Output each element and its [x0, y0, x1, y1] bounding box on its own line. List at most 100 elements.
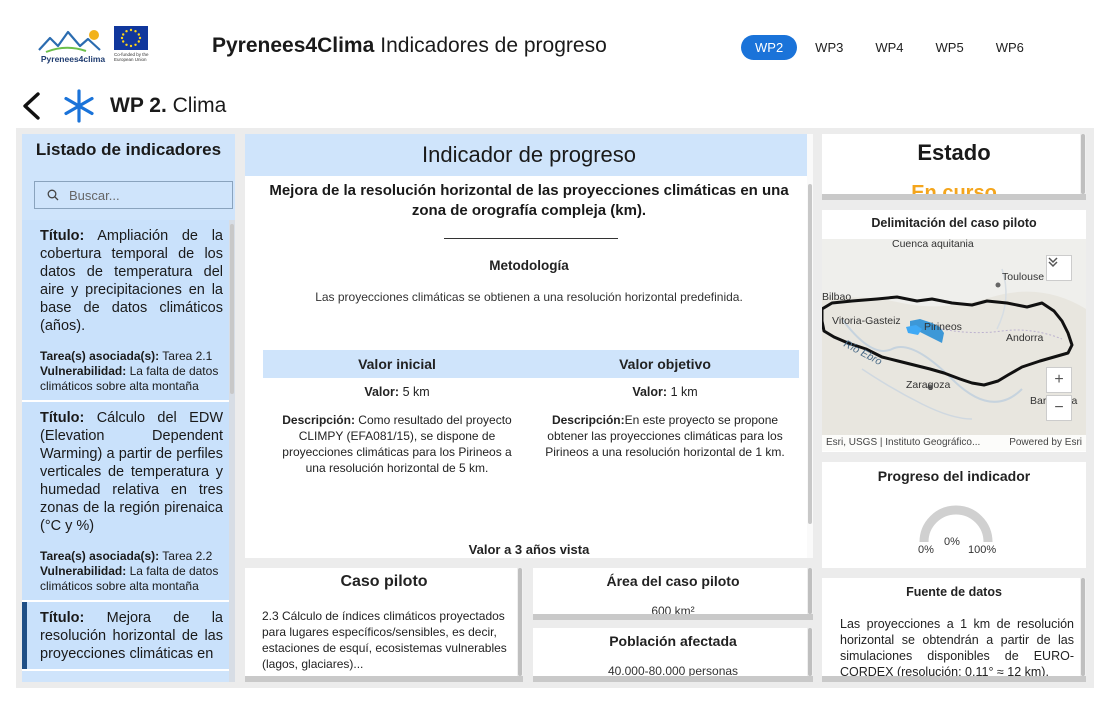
pilot-area-panel: Área del caso piloto 600 km² [533, 568, 813, 620]
scrollbar-thumb[interactable] [808, 628, 812, 676]
tab-wp3[interactable]: WP3 [801, 35, 857, 60]
item-title-label: Título: [40, 410, 85, 426]
list-item[interactable]: Título: Cálculo del EDW (Elevation Depen… [22, 402, 229, 602]
initial-value-text: 5 km [402, 385, 430, 399]
scrollbar-thumb[interactable] [808, 568, 812, 614]
status-scrollbar[interactable] [1080, 134, 1086, 200]
source-hscroll[interactable] [822, 676, 1086, 682]
value-label: Valor: [632, 385, 668, 399]
powered-by-esri[interactable]: Powered by Esri [1009, 435, 1082, 451]
header: Pyrenees4clima Co-funded by the European… [0, 0, 1120, 90]
logo-text: Pyrenees4clima [40, 54, 106, 64]
pilot-hscroll[interactable] [245, 676, 523, 682]
gauge-max: 100% [968, 544, 997, 556]
item-vuln-label: Vulnerabilidad: [40, 364, 127, 378]
indicator-list-title: Listado de indicadores [35, 140, 222, 159]
indicator-title: Mejora de la resolución horizontal de la… [269, 182, 789, 219]
tab-wp6[interactable]: WP6 [982, 35, 1038, 60]
pilot-map[interactable]: Cuenca aquitania Toulouse Bilbao Vitoria… [822, 239, 1086, 451]
brand-subtitle: Indicadores de progreso [380, 34, 607, 57]
zoom-out-button[interactable]: − [1046, 395, 1072, 421]
map-label: Zaragoza [906, 379, 951, 391]
initial-description: Descripción: Como resultado del proyecto… [263, 412, 531, 476]
item-vuln-label: Vulnerabilidad: [40, 564, 127, 578]
data-source-title: Fuente de datos [906, 585, 1002, 599]
list-item[interactable]: Título: Ampliación de la cobertura tempo… [22, 220, 229, 402]
list-item-selected[interactable]: Título: Mejora de la resolución horizont… [22, 602, 229, 671]
scrollbar-thumb[interactable] [518, 568, 522, 676]
area-scrollbar[interactable] [807, 568, 813, 620]
search-box [34, 181, 233, 209]
eu-logo-text: Co-funded by the European Union [114, 52, 149, 62]
population-hscroll[interactable] [533, 676, 813, 682]
indicator-list-panel: Listado de indicadores Título: Ampliació… [22, 134, 235, 682]
values-table: Valor inicial Valor objetivo Valor: 5 km… [263, 350, 799, 476]
item-task-label: Tarea(s) asociada(s): [40, 549, 160, 563]
map-label: Bilbao [822, 291, 852, 303]
pilot-case-title: Caso piloto [340, 573, 428, 590]
tab-wp2[interactable]: WP2 [741, 35, 798, 60]
brand-name: Pyrenees4Clima [212, 34, 375, 57]
pilot-scrollbar[interactable] [517, 568, 523, 682]
app-root: Pyrenees4clima Co-funded by the European… [0, 0, 1120, 710]
indicator-scrollbar[interactable] [807, 134, 813, 558]
wp-tabs: WP2 WP3 WP4 WP5 WP6 [741, 35, 1038, 60]
population-scrollbar[interactable] [807, 628, 813, 682]
indicator-header: Indicador de progreso [245, 134, 813, 176]
back-button[interactable] [16, 88, 46, 124]
item-title: Cálculo del EDW (Elevation Dependent War… [40, 410, 223, 534]
wp-code: WP 2. [110, 94, 167, 117]
map-label: Andorra [1006, 332, 1044, 344]
tab-wp4[interactable]: WP4 [861, 35, 917, 60]
status-panel: Estado En curso [822, 134, 1086, 200]
workpackage-title: WP 2. Clima [16, 88, 226, 124]
item-title-label: Título: [40, 228, 85, 244]
map-expand-button[interactable] [1046, 255, 1072, 281]
value-label: Valor: [364, 385, 400, 399]
chevron-left-icon [23, 92, 40, 120]
map-label: Pirineos [924, 321, 962, 333]
tab-wp5[interactable]: WP5 [922, 35, 978, 60]
population-panel: Población afectada 40.000-80.000 persona… [533, 628, 813, 682]
zoom-in-button[interactable]: + [1046, 367, 1072, 393]
list-scrollbar[interactable] [229, 220, 235, 682]
pyrenees4clima-logo: Pyrenees4clima [36, 26, 110, 66]
snowflake-icon [64, 89, 94, 123]
initial-value: Valor: 5 km [263, 378, 531, 406]
scrollbar-thumb[interactable] [808, 184, 812, 524]
item-title-label: Título: [40, 610, 85, 626]
map-label: Vitoria-Gasteiz [832, 315, 901, 327]
attribution-text[interactable]: Esri, USGS | Instituto Geográfico... [826, 435, 980, 451]
source-scrollbar[interactable] [1080, 578, 1086, 682]
item-task-label: Tarea(s) asociada(s): [40, 349, 160, 363]
progress-title: Progreso del indicador [877, 468, 1031, 484]
data-source-panel: Fuente de datos Las proyecciones a 1 km … [822, 578, 1086, 682]
target-value-header: Valor objetivo [619, 356, 711, 372]
status-title: Estado [917, 140, 991, 165]
search-icon [47, 189, 59, 201]
dashboard: Listado de indicadores Título: Ampliació… [16, 128, 1094, 688]
map-panel: Delimitación del caso piloto Cuenca aqui… [822, 210, 1086, 452]
pilot-case-panel: Caso piloto 2.3 Cálculo de índices climá… [245, 568, 523, 682]
target-description: Descripción:En este proyecto se propone … [531, 412, 799, 476]
methodology-text: Las proyecciones climáticas se obtienen … [315, 290, 743, 304]
app-title: Pyrenees4Clima Indicadores de progreso [212, 34, 607, 58]
divider [444, 238, 618, 239]
scrollbar-thumb[interactable] [1081, 578, 1085, 676]
initial-value-header: Valor inicial [358, 356, 436, 372]
three-year-label: Valor a 3 años vista [468, 542, 590, 557]
target-value: Valor: 1 km [531, 378, 799, 406]
status-hscroll[interactable] [822, 194, 1086, 200]
map-attribution: Esri, USGS | Instituto Geográfico... Pow… [822, 435, 1086, 451]
map-title: Delimitación del caso piloto [871, 216, 1037, 230]
search-input[interactable] [69, 187, 209, 203]
scrollbar-thumb[interactable] [230, 224, 234, 394]
wp-heading: WP 2. Clima [110, 94, 226, 118]
area-hscroll[interactable] [533, 614, 813, 620]
population-title: Población afectada [609, 633, 737, 649]
desc-label: Descripción: [282, 413, 355, 427]
chevrons-down-icon [1048, 257, 1058, 268]
target-value-text: 1 km [670, 385, 698, 399]
scrollbar-thumb[interactable] [1081, 134, 1085, 194]
item-task: Tarea 2.2 [162, 549, 213, 563]
